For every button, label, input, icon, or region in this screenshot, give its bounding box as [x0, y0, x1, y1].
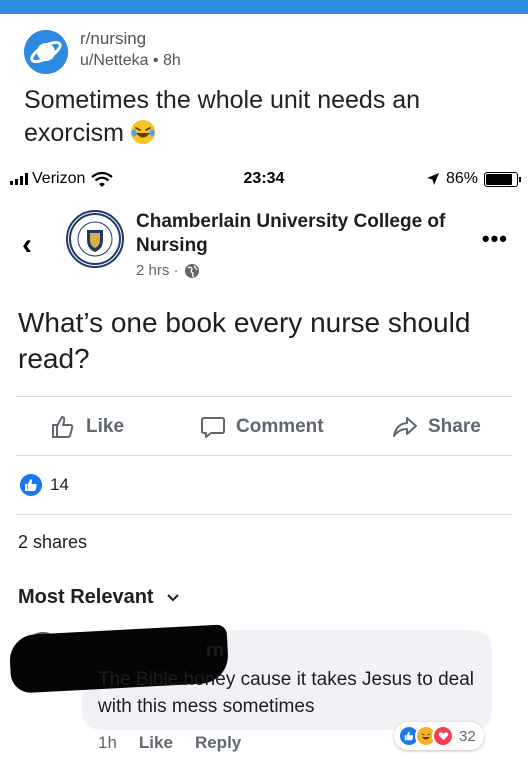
battery-icon: [484, 171, 521, 187]
planet-icon: [24, 30, 68, 74]
comment-reactions[interactable]: 32: [394, 722, 484, 750]
divider: [16, 455, 512, 456]
post-timestamp: 2 hrs ·: [136, 262, 200, 279]
reaction-count: 14: [50, 475, 69, 494]
battery-percent: 86%: [445, 170, 478, 187]
post-body-text: What’s one book every nurse should read?: [18, 307, 471, 374]
phone-status-bar: Verizon 23:34 86%: [0, 168, 528, 194]
university-seal-icon: [69, 213, 121, 265]
page-name[interactable]: Chamberlain University College of Nursin…: [136, 210, 476, 258]
post-time-text: 2 hrs ·: [136, 262, 179, 279]
share-button[interactable]: Share: [392, 414, 481, 440]
divider: [16, 396, 512, 397]
location-arrow-icon: [426, 173, 439, 185]
comment-bubble-icon: [201, 417, 225, 438]
back-chevron-icon[interactable]: ‹: [22, 228, 32, 262]
post-title-text: Sometimes the whole unit needs an exorci…: [24, 86, 421, 147]
more-options-icon[interactable]: •••: [482, 226, 508, 252]
post-author-time[interactable]: u/Netteka • 8h: [80, 50, 181, 72]
laughing-tears-emoji-icon: [131, 120, 156, 144]
facebook-post-header: ‹ Chamberlain University College of Nurs…: [0, 204, 528, 288]
reddit-post-title: Sometimes the whole unit needs an exorci…: [24, 84, 504, 150]
divider: [16, 514, 512, 515]
like-button[interactable]: Like: [50, 414, 124, 440]
comment-time: 1h: [98, 733, 117, 752]
share-arrow-icon: [393, 417, 417, 437]
share-label: Share: [428, 416, 481, 437]
like-reaction-icon: [20, 474, 42, 496]
subreddit-name[interactable]: r/nursing: [80, 28, 181, 50]
comment-reaction-count: 32: [459, 727, 476, 745]
reaction-summary[interactable]: 14: [20, 474, 69, 496]
love-reaction-icon: [432, 725, 454, 747]
comment-button[interactable]: Comment: [200, 414, 324, 440]
comment-filter-label: Most Relevant: [18, 586, 154, 608]
battery-level: [486, 173, 512, 185]
thumbs-up-icon: [52, 416, 74, 438]
like-label: Like: [86, 416, 125, 437]
page-avatar[interactable]: [66, 210, 124, 268]
share-count[interactable]: 2 shares: [18, 532, 87, 553]
commenter-name-fragment[interactable]: rn: [206, 640, 224, 661]
chevron-down-icon: [166, 593, 179, 601]
comment-label: Comment: [236, 416, 324, 437]
post-actions-bar: Like Comment Share: [0, 408, 528, 448]
comment-reply-button[interactable]: Reply: [195, 733, 241, 753]
top-accent-bar: [0, 0, 528, 14]
comment-filter-dropdown[interactable]: Most Relevant: [18, 586, 180, 609]
reddit-post-header: r/nursing u/Netteka • 8h: [24, 28, 504, 76]
comment-meta: 1h Like Reply: [98, 733, 241, 753]
comment-text: The Bible honey cause it takes Jesus to …: [98, 669, 475, 717]
comment-like-button[interactable]: Like: [139, 733, 173, 753]
subreddit-avatar[interactable]: [24, 30, 68, 74]
globe-icon: [184, 263, 199, 278]
